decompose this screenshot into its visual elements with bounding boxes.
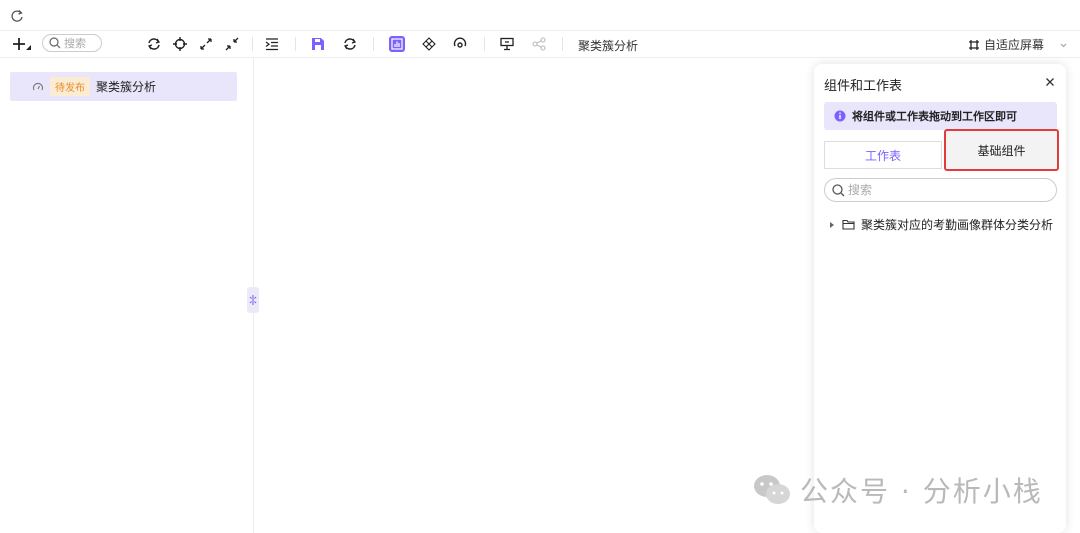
caret-right-icon[interactable] (828, 221, 836, 229)
status-badge: 待发布 (50, 77, 90, 96)
components-panel: 组件和工作表 将组件或工作表拖动到工作区即可 工作表 基础组件 聚类簇对应的考勤… (814, 64, 1066, 533)
refresh-icon[interactable] (146, 36, 162, 52)
tree-folder-label: 聚类簇对应的考勤画像群体分类分析 (861, 218, 1054, 232)
watermark: 公众号 · 分析小栈 (752, 470, 1043, 510)
panel-search-input[interactable] (845, 182, 1050, 198)
share-icon[interactable] (531, 36, 547, 52)
expand-icon[interactable] (198, 36, 214, 52)
report-list-item-label: 聚类簇分析 (96, 80, 157, 94)
add-icon[interactable] (12, 36, 32, 52)
tree-folder-row[interactable]: 聚类簇对应的考勤画像群体分类分析 (828, 216, 1053, 233)
divider (373, 37, 374, 51)
tab-basic-components[interactable]: 基础组件 (944, 129, 1059, 171)
info-text: 将组件或工作表拖动到工作区即可 (852, 110, 1017, 123)
watermark-text: 公众号 · 分析小栈 (800, 475, 1043, 508)
panel-splitter-handle[interactable] (247, 287, 259, 313)
preview-icon[interactable] (499, 36, 515, 52)
folder-icon (842, 219, 855, 230)
sync-icon[interactable] (342, 36, 358, 52)
toolbar: 聚类簇分析 自适应屏幕 (0, 31, 1080, 58)
reload-icon[interactable] (10, 9, 24, 23)
info-icon (834, 110, 846, 122)
search-icon (49, 37, 61, 49)
close-icon[interactable] (1042, 74, 1058, 90)
left-panel: 待发布 聚类簇分析 (0, 58, 254, 533)
fit-screen-dropdown[interactable]: 自适应屏幕 (968, 36, 1068, 53)
gauge-icon (32, 82, 44, 90)
component-icon[interactable] (421, 36, 437, 52)
top-bar (0, 0, 1080, 31)
fit-icon (969, 39, 979, 50)
collapse-icon[interactable] (224, 36, 240, 52)
chart-icon[interactable] (389, 36, 405, 52)
panel-title: 组件和工作表 (824, 79, 903, 94)
info-banner: 将组件或工作表拖动到工作区即可 (824, 102, 1057, 130)
toolbar-search-input[interactable] (61, 36, 100, 50)
panel-search[interactable] (824, 178, 1057, 202)
divider (252, 37, 253, 51)
search-icon (832, 183, 845, 196)
tab-worksheet[interactable]: 工作表 (824, 141, 942, 169)
wechat-icon (754, 475, 790, 504)
locate-icon[interactable] (172, 36, 188, 52)
drag-handle-icon (249, 295, 257, 305)
panel-tabs: 工作表 基础组件 (824, 129, 1059, 171)
toolbar-search[interactable] (42, 34, 102, 52)
save-icon[interactable] (310, 36, 326, 52)
divider (562, 37, 563, 51)
target-icon[interactable] (452, 36, 468, 52)
divider (295, 37, 296, 51)
report-list-item[interactable]: 待发布 聚类簇分析 (10, 72, 237, 101)
fit-screen-label: 自适应屏幕 (984, 38, 1045, 52)
report-title: 聚类簇分析 (578, 39, 639, 53)
indent-icon[interactable] (264, 36, 280, 52)
chevron-down-icon (1060, 43, 1067, 47)
divider (484, 37, 485, 51)
